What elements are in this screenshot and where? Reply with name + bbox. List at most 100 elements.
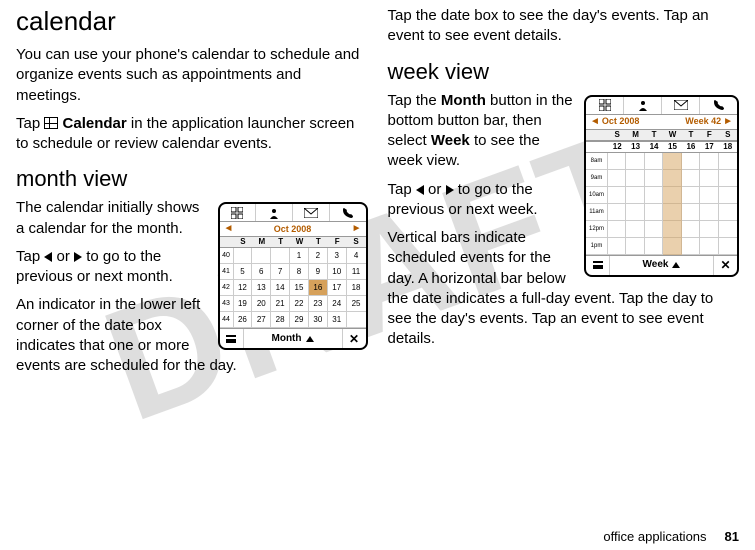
mail-icon [293,204,330,221]
day-cell: 4 [347,248,366,264]
hour-cell [719,221,737,238]
hour-cell [626,238,644,255]
week-title-left: Oct 2008 [600,117,662,126]
hour-cell [626,187,644,204]
day-cell [252,248,271,264]
menu-icon [226,335,236,343]
hour-cell [645,170,663,187]
time: 10am [586,187,608,204]
text: Tap the [388,92,441,109]
page-footer: office applications 81 [603,529,739,544]
hour-cell [608,204,626,221]
close-icon: ✕ [349,333,359,345]
day-cell: 22 [290,296,309,312]
hour-cell [626,153,644,170]
dow: S [719,130,737,140]
day-cell: 25 [347,296,366,312]
dow: M [252,237,271,247]
view-switch-button: Week [610,256,713,275]
time: 12pm [586,221,608,238]
day-cell: 3 [328,248,347,264]
hour-cell [700,187,718,204]
dow: T [271,237,290,247]
day-cell: 28 [271,312,290,328]
day-cell: 2 [309,248,328,264]
next-week-arrow: ► [723,117,733,127]
menu-button [586,256,610,275]
day-cell: 24 [328,296,347,312]
time-col: 8am 9am 10am 11am 12pm 1pm [586,153,608,255]
hour-cell [608,170,626,187]
month-day-grid: 1234567891011121314151617181920212223242… [234,248,366,328]
date: 17 [700,142,718,152]
wk: 40 [220,248,234,264]
phone-icon [330,204,366,221]
hour-cell [663,204,681,221]
day-cell: 10 [328,264,347,280]
chevron-up-icon [672,262,680,268]
launcher-icon [44,117,58,129]
time: 9am [586,170,608,187]
view-label: Week [643,260,669,270]
day-cell: 21 [271,296,290,312]
hour-cell [682,204,700,221]
hour-cell [663,238,681,255]
time-spacer [586,142,608,152]
wk: 41 [220,264,234,280]
wk-spacer [220,237,234,247]
day-cell: 30 [309,312,328,328]
month-bottombar: Month ✕ [220,328,366,348]
home-icon [220,204,257,221]
left-column: calendar You can use your phone's calend… [16,6,368,384]
hour-cell [626,170,644,187]
right-column: Tap the date box to see the day's events… [388,6,740,384]
day-cell: 5 [234,264,253,280]
week-grid: 8am 9am 10am 11am 12pm 1pm [586,153,737,255]
dow: W [663,130,681,140]
date: 18 [719,142,737,152]
day-cell: 23 [309,296,328,312]
week-title-right: Week 42 [662,117,724,126]
page-number: 81 [725,529,739,544]
day-cell [347,312,366,328]
mail-icon [662,97,700,114]
contacts-icon [624,97,662,114]
hour-cell [626,221,644,238]
day-cell: 20 [252,296,271,312]
text: or [52,248,74,265]
day-cell: 29 [290,312,309,328]
day-cell: 8 [290,264,309,280]
close-button: ✕ [342,329,366,348]
hour-cell [645,204,663,221]
time: 8am [586,153,608,170]
week-label: Week [431,132,470,149]
day-cell: 19 [234,296,253,312]
chevron-up-icon [306,336,314,342]
week-view-screenshot: ◄ Oct 2008 Week 42 ► S M T W T F S 12 13… [584,95,739,277]
para-tap-calendar: Tap Calendar in the application launcher… [16,114,368,155]
para-intro: You can use your phone's calendar to sch… [16,45,368,106]
next-month-arrow: ► [352,224,362,234]
hour-cell [608,153,626,170]
heading-month-view: month view [16,166,368,192]
wk: 44 [220,312,234,328]
text: or [424,181,446,198]
date: 14 [645,142,663,152]
hour-cell [682,238,700,255]
heading-calendar: calendar [16,6,368,37]
time-spacer [586,130,608,140]
view-switch-button: Month [244,329,342,348]
day-cell: 18 [347,280,366,296]
hour-cell [663,187,681,204]
wk: 43 [220,296,234,312]
prev-month-arrow: ◄ [224,224,234,234]
hour-cell [608,221,626,238]
date: 16 [682,142,700,152]
hour-cell [608,238,626,255]
date: 13 [626,142,644,152]
hour-cell [626,204,644,221]
calendar-label: Calendar [63,115,127,132]
close-button: ✕ [713,256,737,275]
month-dow-row: S M T W T F S [220,236,366,248]
dow: T [309,237,328,247]
